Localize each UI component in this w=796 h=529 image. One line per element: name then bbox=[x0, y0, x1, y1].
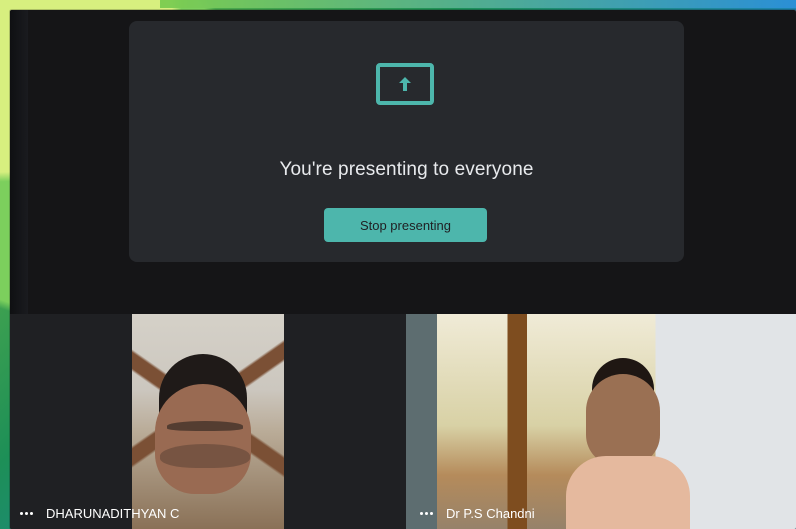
present-to-all-icon bbox=[376, 63, 434, 105]
participant-label-chandni: Dr P.S Chandni bbox=[420, 506, 535, 521]
presenting-card: You're presenting to everyone Stop prese… bbox=[129, 21, 684, 262]
participant-tile-dharunadithyan[interactable] bbox=[132, 314, 284, 529]
participant-video-dharunadithyan bbox=[132, 314, 284, 529]
participant-name: DHARUNADITHYAN C bbox=[46, 506, 180, 521]
participant-name: Dr P.S Chandni bbox=[446, 506, 535, 521]
participant-tiles: DHARUNADITHYAN C Dr P.S Chandni bbox=[10, 314, 796, 529]
presenting-message: You're presenting to everyone bbox=[279, 159, 534, 180]
more-options-icon[interactable] bbox=[20, 512, 38, 515]
participant-tile-chandni[interactable] bbox=[406, 314, 796, 529]
wallpaper-stripe bbox=[160, 0, 796, 8]
more-options-icon[interactable] bbox=[420, 512, 438, 515]
stop-presenting-button[interactable]: Stop presenting bbox=[324, 208, 487, 242]
participant-video-chandni bbox=[406, 314, 796, 529]
presentation-stage: You're presenting to everyone Stop prese… bbox=[10, 10, 796, 314]
participant-label-dharunadithyan: DHARUNADITHYAN C bbox=[20, 506, 179, 521]
meeting-window: You're presenting to everyone Stop prese… bbox=[10, 10, 796, 529]
